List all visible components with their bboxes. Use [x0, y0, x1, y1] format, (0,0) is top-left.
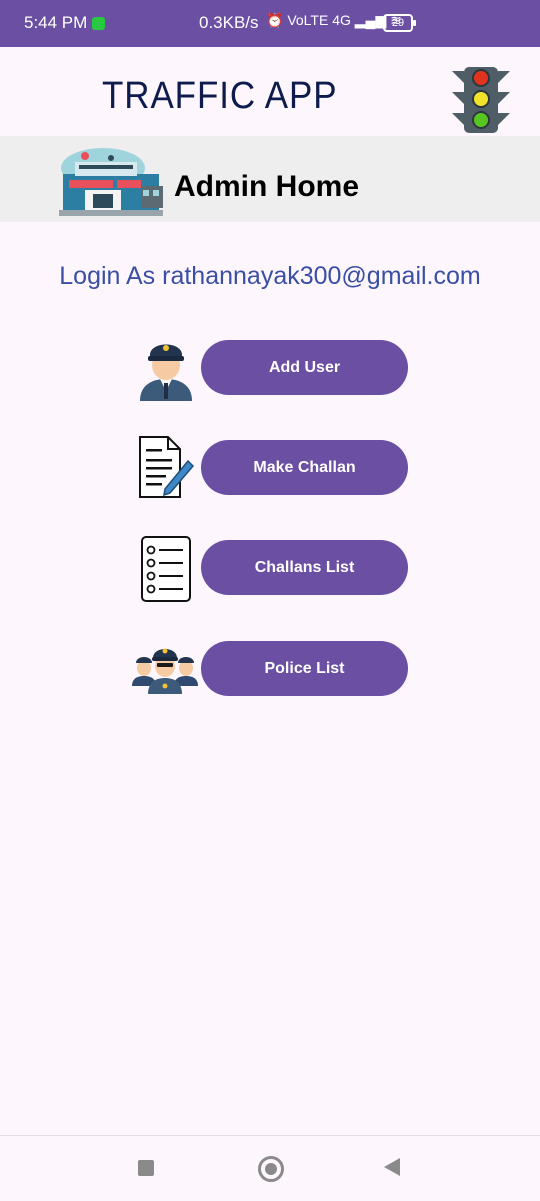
back-icon[interactable] [384, 1158, 400, 1176]
network-speed: 0.3KB/s [199, 13, 259, 32]
battery-icon: 29 [383, 14, 416, 32]
status-time: 5:44 PM [24, 13, 88, 32]
login-status-text: Login As rathannayak300@gmail.com [59, 262, 481, 290]
navigation-bar [0, 1135, 540, 1201]
home-icon[interactable] [258, 1156, 284, 1182]
notification-icon [92, 17, 105, 30]
police-station-icon [59, 148, 163, 216]
menu-row-make-challan: Make Challan [130, 435, 430, 498]
admin-header: Admin Home [0, 136, 540, 222]
menu-row-police-list: Police List [130, 636, 430, 696]
add-user-button[interactable]: Add User [201, 340, 408, 395]
police-list-button[interactable]: Police List [201, 641, 408, 696]
checklist-icon [141, 536, 191, 602]
status-bar: 5:44 PM 0.3KB/s ⏰ VoLTE 4G ▂▄▆ ≋ 29 [0, 0, 540, 47]
menu-row-add-user: Add User [130, 335, 430, 401]
page-title: Admin Home [174, 170, 360, 203]
police-group-icon [132, 648, 198, 694]
menu-row-challans-list: Challans List [130, 535, 430, 602]
document-pen-icon [139, 436, 195, 498]
challans-list-button[interactable]: Challans List [201, 540, 408, 595]
app-bar: TRAFFIC APP [0, 47, 540, 135]
status-icons: ⏰ VoLTE 4G ▂▄▆ ≋ [266, 12, 402, 28]
police-officer-icon [140, 344, 192, 401]
recent-apps-icon[interactable] [138, 1160, 154, 1176]
app-title: TRAFFIC APP [102, 75, 338, 117]
traffic-light-icon [452, 67, 510, 133]
make-challan-button[interactable]: Make Challan [201, 440, 408, 495]
